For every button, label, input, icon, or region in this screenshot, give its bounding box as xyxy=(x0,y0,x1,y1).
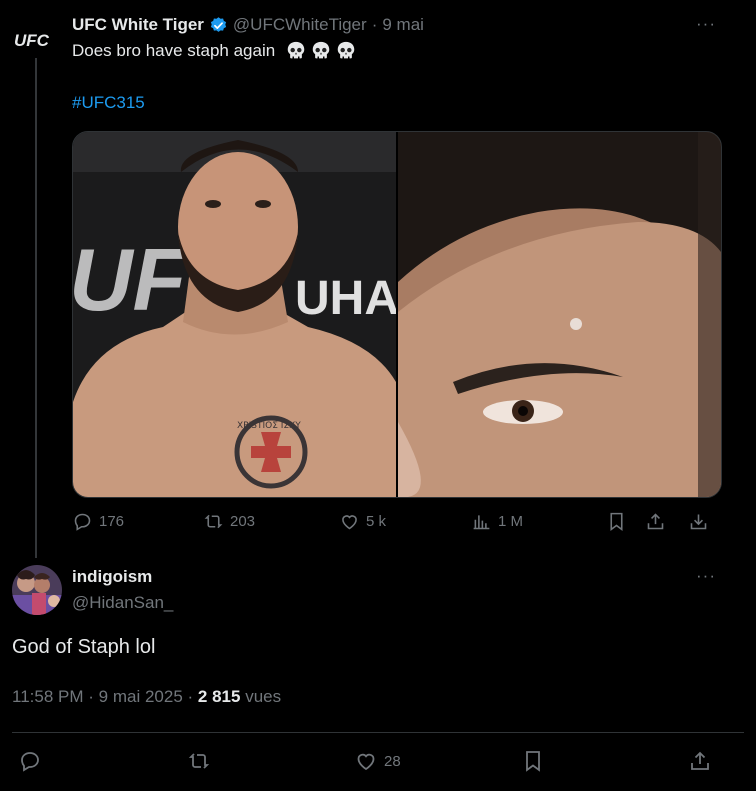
meta-separator: · xyxy=(88,687,94,706)
reply-share-button[interactable] xyxy=(688,749,712,773)
share-icon xyxy=(647,513,664,530)
reply-text: God of Staph lol xyxy=(12,636,156,658)
heart-icon xyxy=(342,515,357,530)
ufc-logo-avatar[interactable]: UFC xyxy=(10,24,60,56)
reply-time[interactable]: 11:58 PM xyxy=(12,687,84,706)
thread-connector-line xyxy=(35,58,37,558)
tweet-text-content: Does bro have staph again xyxy=(72,41,276,60)
author-handle[interactable]: @UFCWhiteTiger xyxy=(233,15,367,35)
more-options-icon[interactable]: ··· xyxy=(696,14,716,34)
heart-icon xyxy=(357,753,375,771)
tweet-actions: 176 203 5 k 1 M xyxy=(72,511,720,537)
tweet-date[interactable]: 9 mai xyxy=(382,15,424,35)
views-count: 1 M xyxy=(498,513,524,530)
views-button[interactable]: 1 M xyxy=(471,511,523,532)
reply-author-handle[interactable]: @HidanSan_ xyxy=(72,593,173,613)
reply-reply-button[interactable] xyxy=(18,749,42,773)
reply-author-name[interactable]: indigoism xyxy=(72,567,152,587)
media-photo-left[interactable]: UFC UHA XPISTIOΣ ΙΣΧΥ xyxy=(73,132,396,497)
reply-button[interactable]: 176 xyxy=(72,511,124,532)
tattoo-text: XPISTIOΣ ΙΣΧΥ xyxy=(237,421,301,431)
skull-emoji-icon xyxy=(337,41,355,59)
tweet-text: Does bro have staph again xyxy=(72,40,357,62)
ufc-logo-text: UFC xyxy=(14,31,50,50)
share-button[interactable] xyxy=(645,511,666,532)
like-count: 5 k xyxy=(366,513,387,530)
reply-icon xyxy=(21,752,39,772)
repost-icon xyxy=(188,753,210,769)
avatar[interactable] xyxy=(12,565,62,615)
verified-badge-icon xyxy=(210,16,227,32)
reply-metadata: 11:58 PM · 9 mai 2025 · 2 815 vues xyxy=(12,687,281,707)
download-button[interactable] xyxy=(688,511,709,532)
reply-actions: 28 xyxy=(12,745,744,777)
reply-like-count: 28 xyxy=(384,752,401,770)
analytics-icon xyxy=(473,515,490,530)
hashtag-link[interactable]: #UFC315 xyxy=(72,93,145,113)
divider xyxy=(12,732,744,733)
meta-separator-2: · xyxy=(187,687,194,706)
reply-views-count: 2 815 xyxy=(197,687,241,706)
media-banner-text-2: UHA xyxy=(295,272,396,325)
share-icon xyxy=(691,751,709,770)
download-icon xyxy=(690,514,707,530)
repost-icon xyxy=(204,514,223,529)
header-separator: · xyxy=(371,15,378,34)
tweet-media[interactable]: UFC UHA XPISTIOΣ ΙΣΧΥ xyxy=(72,131,722,498)
bookmark-icon xyxy=(526,751,540,772)
author-name[interactable]: UFC White Tiger xyxy=(72,15,204,35)
skull-emoji-icon xyxy=(312,41,330,59)
reply-views-label: vues xyxy=(245,687,282,706)
repost-button[interactable]: 203 xyxy=(203,511,255,532)
reply-repost-button[interactable] xyxy=(187,749,211,773)
skull-emoji-icon xyxy=(287,41,305,59)
reply-icon xyxy=(74,513,91,531)
reply-more-options-icon[interactable]: ··· xyxy=(696,566,716,586)
tweet-header: UFC White Tiger @UFCWhiteTiger · 9 mai xyxy=(72,15,424,35)
media-photo-right[interactable] xyxy=(398,132,721,497)
reply-count: 176 xyxy=(99,513,125,530)
like-button[interactable]: 5 k xyxy=(339,511,386,532)
bookmark-button[interactable] xyxy=(606,511,627,532)
reply-date[interactable]: 9 mai 2025 xyxy=(99,687,183,706)
reply-bookmark-button[interactable] xyxy=(521,749,545,773)
repost-count: 203 xyxy=(230,513,256,530)
reply-like-button[interactable]: 28 xyxy=(354,749,401,773)
bookmark-icon xyxy=(610,512,623,531)
